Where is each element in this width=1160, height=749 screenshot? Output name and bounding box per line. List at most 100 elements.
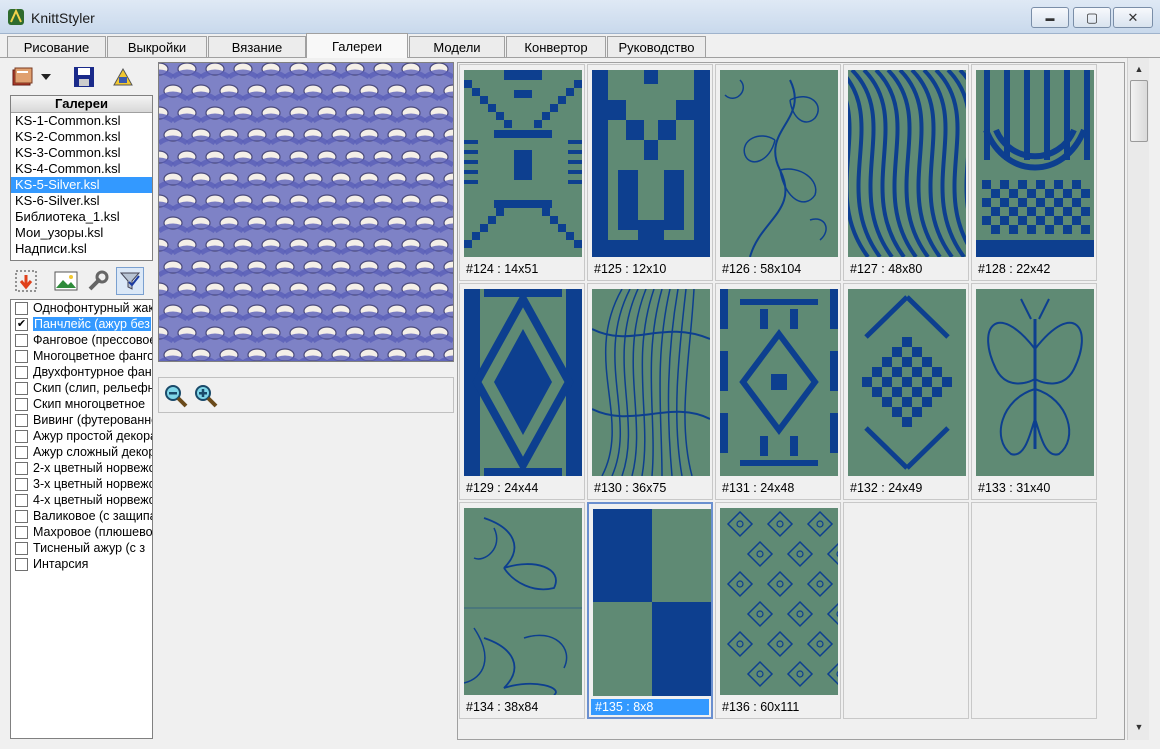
tab-manual[interactable]: Руководство <box>607 36 706 57</box>
pattern-tile[interactable]: #134 : 38x84 <box>459 502 585 719</box>
technique-label: Однофонтурный жаккард <box>33 301 153 315</box>
pattern-caption: #128 : 22x42 <box>978 262 1051 276</box>
zoom-in-button[interactable] <box>193 383 219 409</box>
galleries-list: Галереи KS-1-Common.ksl KS-2-Common.ksl … <box>10 95 153 261</box>
technique-item[interactable]: 2-х цветный норвежский <box>11 460 152 476</box>
tab-knitting[interactable]: Вязание <box>208 36 306 57</box>
pattern-tile[interactable]: #132 : 24x49 <box>843 283 969 500</box>
save-button[interactable] <box>70 63 98 91</box>
settings-button[interactable] <box>84 267 112 295</box>
technique-checkbox[interactable] <box>15 477 28 491</box>
technique-item[interactable]: Фанговое (прессовое) <box>11 332 152 348</box>
technique-item[interactable]: Ажур простой декоративный <box>11 428 152 444</box>
technique-item[interactable]: Тисненый ажур (с з <box>11 540 152 556</box>
maximize-button[interactable]: ▢ <box>1073 7 1111 28</box>
technique-item[interactable]: Махровое (плюшевое) <box>11 524 152 540</box>
gallery-item[interactable]: KS-6-Silver.ksl <box>11 193 152 209</box>
gallery-item[interactable]: Мои_узоры.ksl <box>11 225 152 241</box>
technique-label: Интарсия <box>33 557 89 571</box>
scroll-thumb[interactable] <box>1130 80 1148 142</box>
pattern-toolbar <box>10 265 153 297</box>
pattern-caption: #132 : 24x49 <box>850 481 923 495</box>
tab-drawing[interactable]: Рисование <box>7 36 106 57</box>
title-bar: KnittStyler ▬ ▢ ✕ <box>0 0 1160 34</box>
technique-label: Валиковое (с защипами) <box>33 509 152 523</box>
pattern-tile[interactable]: #130 : 36x75 <box>587 283 713 500</box>
technique-item[interactable]: Валиковое (с защипами) <box>11 508 152 524</box>
pattern-tile[interactable]: #136 : 60x111 <box>715 502 841 719</box>
close-button[interactable]: ✕ <box>1113 7 1153 28</box>
zoom-out-button[interactable] <box>163 383 189 409</box>
pattern-thumbnail <box>592 289 710 476</box>
technique-checkbox[interactable] <box>15 509 28 523</box>
scroll-down-arrow-icon[interactable]: ▼ <box>1129 718 1149 736</box>
open-gallery-button[interactable] <box>9 63 37 91</box>
technique-item[interactable]: Скип (слип, рельефное) <box>11 380 152 396</box>
minimize-button[interactable]: ▬ <box>1031 7 1069 28</box>
import-button[interactable] <box>12 267 40 295</box>
technique-item[interactable]: Ажур сложный декоративный <box>11 444 152 460</box>
pattern-caption: #136 : 60x111 <box>722 700 800 714</box>
technique-label: Ажур сложный декоративный <box>33 445 152 459</box>
dropdown-arrow-button[interactable] <box>37 63 55 91</box>
technique-checkbox[interactable] <box>15 557 28 571</box>
technique-label: 2-х цветный норвежский <box>33 461 152 475</box>
tab-models[interactable]: Модели <box>409 36 505 57</box>
tab-converter[interactable]: Конвертор <box>506 36 606 57</box>
pattern-gallery-grid: #124 : 14x51 #125 : 12x10 #126 : 58x104 #12… <box>457 62 1125 740</box>
technique-checkbox[interactable] <box>15 413 28 427</box>
gallery-item[interactable]: KS-1-Common.ksl <box>11 113 152 129</box>
pattern-thumbnail <box>593 509 711 696</box>
gallery-item[interactable]: Надписи.ksl <box>11 241 152 257</box>
technique-checkbox[interactable] <box>15 381 28 395</box>
pattern-caption: #130 : 36x75 <box>594 481 667 495</box>
pattern-caption: #125 : 12x10 <box>594 262 667 276</box>
galleries-header: Галереи <box>11 96 152 113</box>
technique-checkbox[interactable]: ✔ <box>15 317 28 331</box>
technique-checkbox[interactable] <box>15 541 28 555</box>
pattern-tile[interactable]: #128 : 22x42 <box>971 64 1097 281</box>
pattern-tile[interactable]: #124 : 14x51 <box>459 64 585 281</box>
technique-checkbox[interactable] <box>15 461 28 475</box>
tab-patterns[interactable]: Выкройки <box>107 36 207 57</box>
technique-checkbox[interactable] <box>15 397 28 411</box>
vertical-scrollbar[interactable]: ▲ ▼ <box>1127 58 1149 740</box>
technique-checkbox[interactable] <box>15 445 28 459</box>
pattern-tile[interactable]: #129 : 24x44 <box>459 283 585 500</box>
technique-item[interactable]: 4-х цветный норвежский <box>11 492 152 508</box>
technique-item[interactable]: ✔ Панчлейс (ажур без <box>11 316 152 332</box>
technique-label: Двухфонтурное фанговое <box>33 365 152 379</box>
technique-checkbox[interactable] <box>15 429 28 443</box>
technique-checkbox[interactable] <box>15 333 28 347</box>
pattern-tile[interactable]: #135 : 8x8 <box>587 502 713 719</box>
print-button[interactable] <box>109 63 137 91</box>
pattern-tile[interactable]: #125 : 12x10 <box>587 64 713 281</box>
pattern-tile[interactable]: #131 : 24x48 <box>715 283 841 500</box>
technique-checkbox[interactable] <box>15 349 28 363</box>
gallery-item-selected[interactable]: KS-5-Silver.ksl <box>11 177 152 193</box>
gallery-item[interactable]: Библиотека_1.ksl <box>11 209 152 225</box>
tab-galleries[interactable]: Галереи <box>306 33 408 58</box>
technique-checkbox[interactable] <box>15 301 28 315</box>
technique-label: Многоцветное фанговое <box>33 349 152 363</box>
filter-button[interactable] <box>116 267 144 295</box>
technique-item[interactable]: Двухфонтурное фанговое <box>11 364 152 380</box>
technique-checkbox[interactable] <box>15 525 28 539</box>
technique-item[interactable]: 3-х цветный норвежский <box>11 476 152 492</box>
technique-item[interactable]: Интарсия <box>11 556 152 572</box>
close-icon: ✕ <box>1127 9 1139 25</box>
technique-checkbox[interactable] <box>15 365 28 379</box>
pattern-tile[interactable]: #133 : 31x40 <box>971 283 1097 500</box>
scroll-up-arrow-icon[interactable]: ▲ <box>1129 60 1149 78</box>
gallery-item[interactable]: KS-4-Common.ksl <box>11 161 152 177</box>
pattern-tile[interactable]: #127 : 48x80 <box>843 64 969 281</box>
technique-checkbox[interactable] <box>15 493 28 507</box>
technique-item[interactable]: Вивинг (футерованное) <box>11 412 152 428</box>
pattern-tile[interactable]: #126 : 58x104 <box>715 64 841 281</box>
picture-button[interactable] <box>52 267 80 295</box>
technique-item[interactable]: Многоцветное фанговое <box>11 348 152 364</box>
gallery-item[interactable]: KS-2-Common.ksl <box>11 129 152 145</box>
technique-item[interactable]: Однофонтурный жаккард <box>11 300 152 316</box>
technique-item[interactable]: Скип многоцветное <box>11 396 152 412</box>
gallery-item[interactable]: KS-3-Common.ksl <box>11 145 152 161</box>
